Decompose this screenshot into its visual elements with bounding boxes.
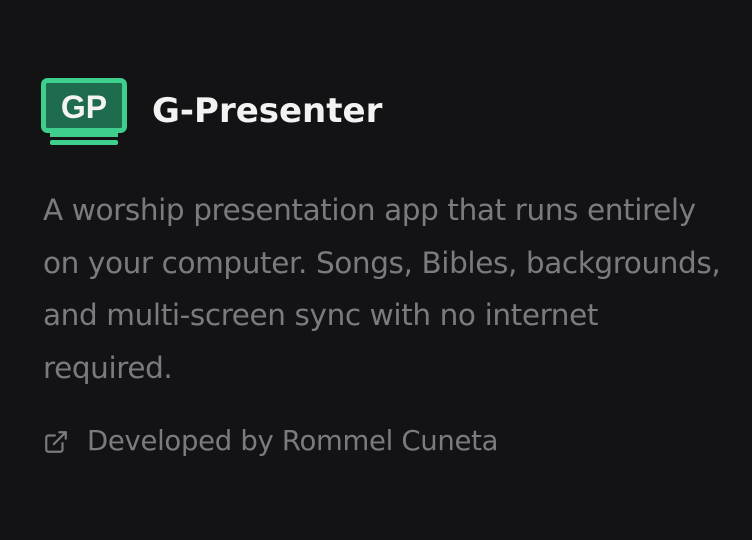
app-card: GP G-Presenter A worship presentation ap… bbox=[0, 0, 752, 540]
external-link-icon bbox=[45, 430, 67, 453]
developer-credit-link[interactable]: Developed by Rommel Cuneta bbox=[43, 425, 499, 457]
monitor-logo-icon: GP bbox=[41, 78, 127, 145]
app-header: GP G-Presenter bbox=[41, 78, 382, 146]
logo-text: GP bbox=[61, 89, 107, 125]
credit-text: Developed by Rommel Cuneta bbox=[87, 425, 499, 457]
app-description: A worship presentation app that runs ent… bbox=[43, 193, 721, 385]
app-title: G-Presenter bbox=[152, 91, 383, 131]
